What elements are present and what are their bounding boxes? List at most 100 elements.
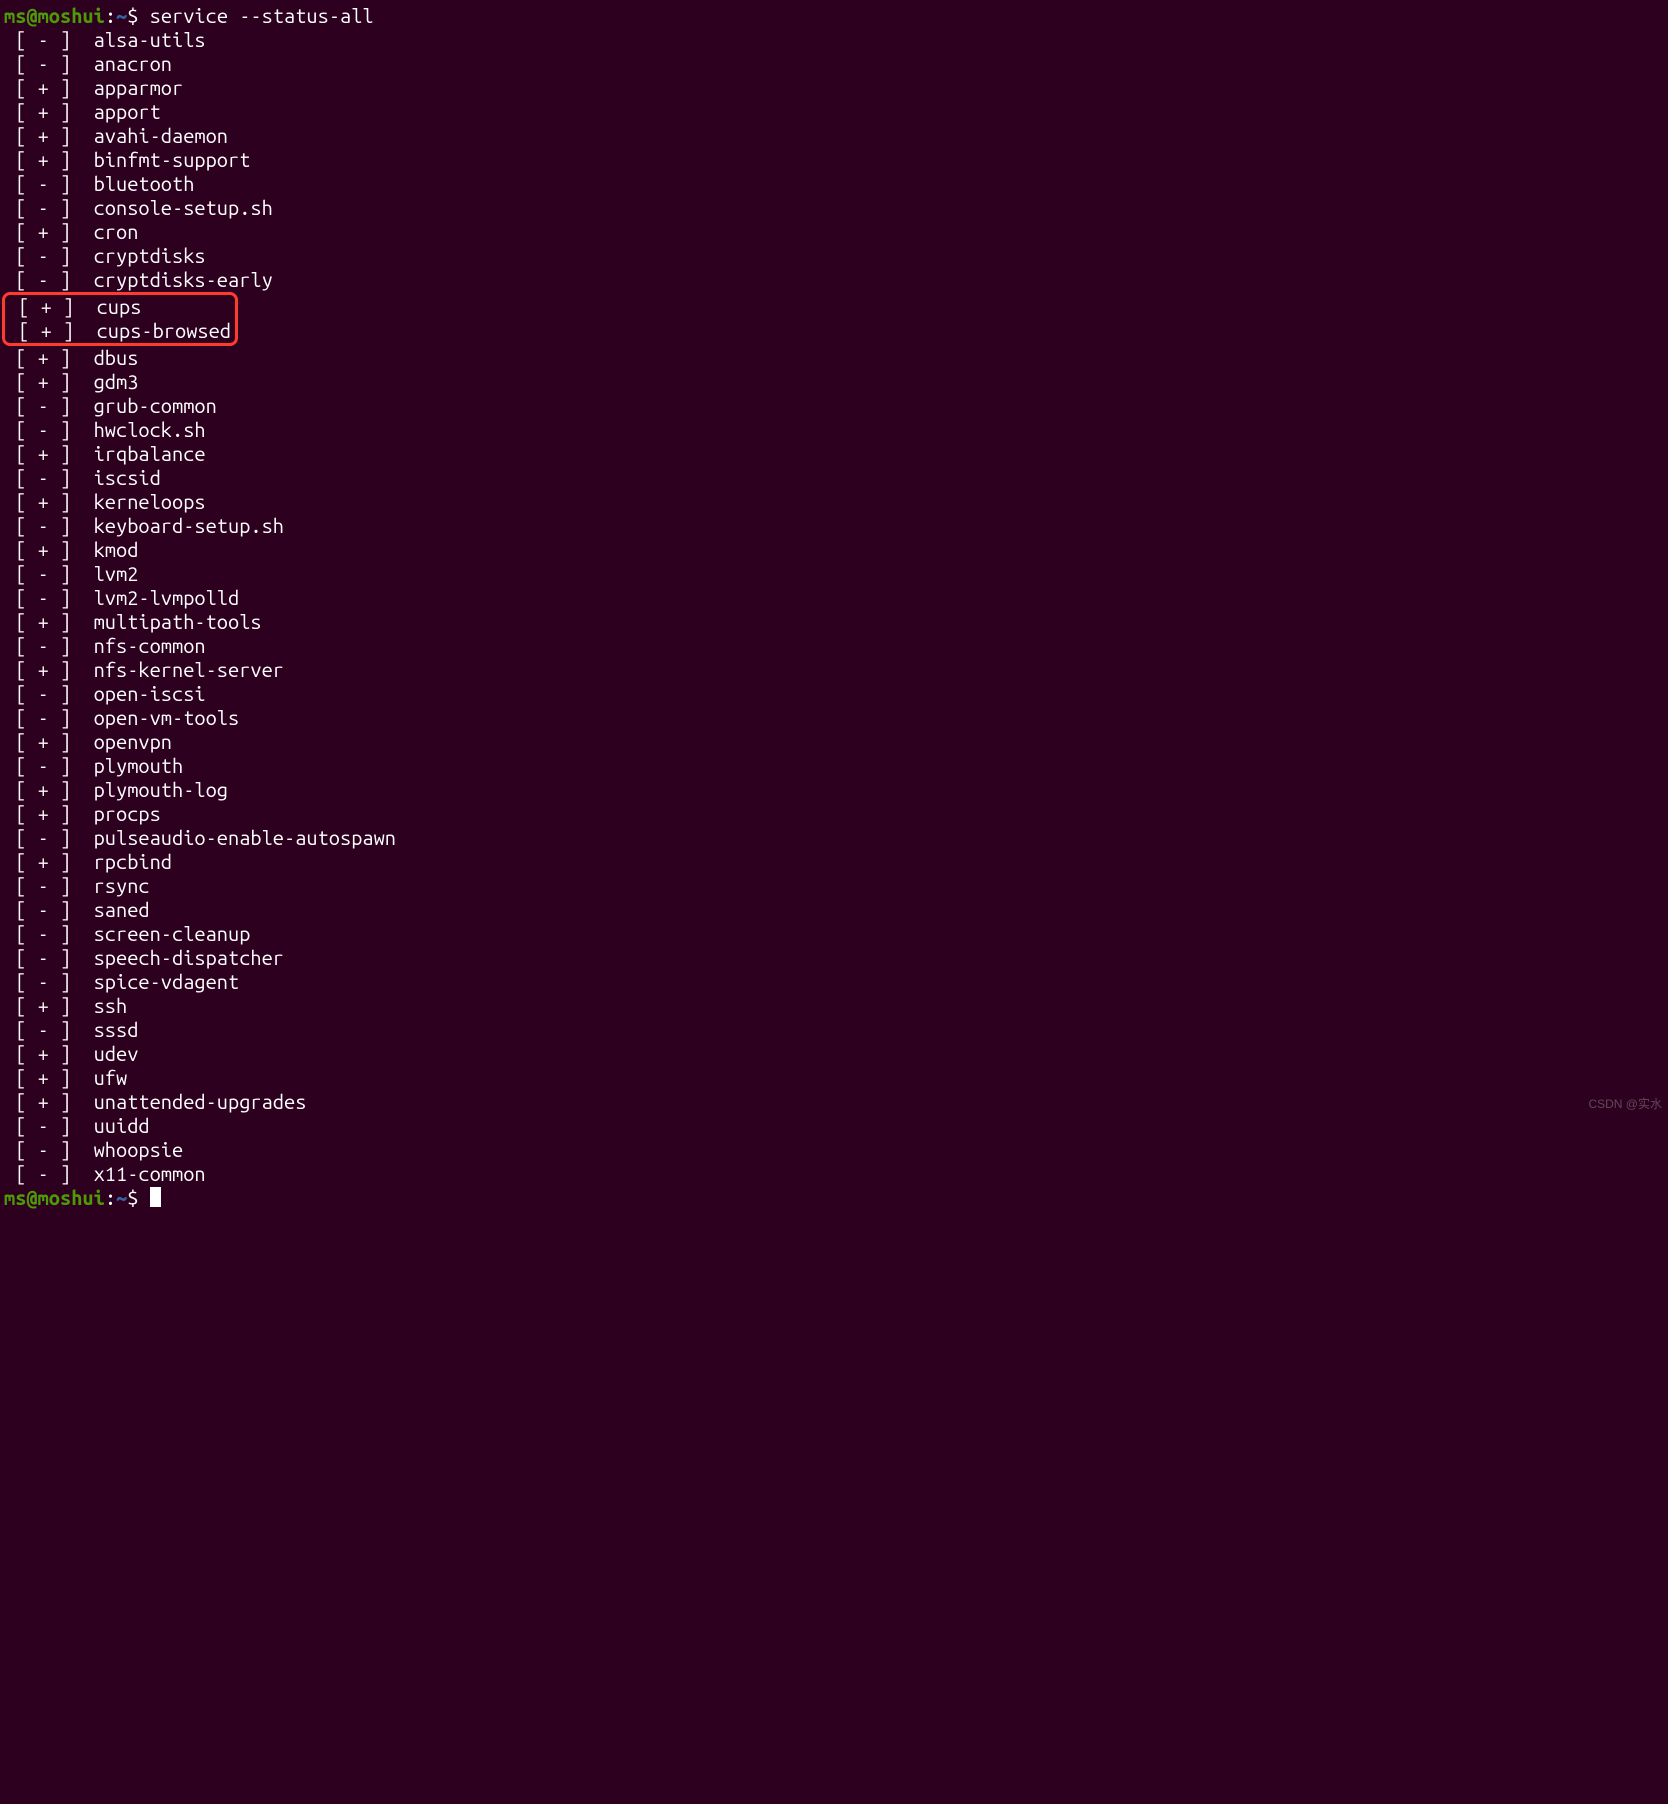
service-line: [ - ] x11-common: [4, 1162, 1664, 1186]
prompt-at: @: [26, 1186, 37, 1209]
service-name: cryptdisks-early: [94, 268, 273, 291]
service-status: [ + ]: [4, 802, 94, 825]
prompt-colon: :: [105, 1186, 116, 1209]
service-status: [ - ]: [4, 1018, 94, 1041]
prompt-at: @: [26, 4, 37, 27]
service-name: open-vm-tools: [94, 706, 240, 729]
service-line: [ + ] dbus: [4, 346, 1664, 370]
service-line: [ - ] cryptdisks: [4, 244, 1664, 268]
command-line-empty[interactable]: ms@moshui:~$: [4, 1186, 1664, 1210]
service-name: cron: [94, 220, 139, 243]
service-name: kmod: [94, 538, 139, 561]
service-name: uuidd: [94, 1114, 150, 1137]
service-status: [ + ]: [4, 1090, 94, 1113]
service-name: sssd: [94, 1018, 139, 1041]
service-status: [ - ]: [4, 754, 94, 777]
service-status: [ + ]: [4, 730, 94, 753]
service-line: [ + ] rpcbind: [4, 850, 1664, 874]
service-line: [ - ] cryptdisks-early: [4, 268, 1664, 292]
service-status: [ - ]: [4, 874, 94, 897]
service-line: [ - ] alsa-utils: [4, 28, 1664, 52]
service-name: multipath-tools: [94, 610, 262, 633]
service-line: [ + ] kerneloops: [4, 490, 1664, 514]
service-name: irqbalance: [94, 442, 206, 465]
service-name: hwclock.sh: [94, 418, 206, 441]
service-name: rsync: [94, 874, 150, 897]
service-status: [ - ]: [4, 898, 94, 921]
prompt-dollar: $: [127, 4, 138, 27]
service-line: [ - ] iscsid: [4, 466, 1664, 490]
service-line: [ + ] kmod: [4, 538, 1664, 562]
service-line: [ + ] apparmor: [4, 76, 1664, 100]
service-line: [ + ] multipath-tools: [4, 610, 1664, 634]
service-status: [ - ]: [4, 28, 94, 51]
service-status: [ - ]: [4, 514, 94, 537]
service-status: [ + ]: [4, 778, 94, 801]
service-status: [ - ]: [4, 1138, 94, 1161]
command-line: ms@moshui:~$ service --status-all: [4, 4, 1664, 28]
service-name: keyboard-setup.sh: [94, 514, 284, 537]
service-name: grub-common: [94, 394, 217, 417]
service-status: [ + ]: [4, 850, 94, 873]
service-name: dbus: [94, 346, 139, 369]
service-line: [ - ] console-setup.sh: [4, 196, 1664, 220]
terminal-output[interactable]: ms@moshui:~$ service --status-all [ - ] …: [0, 0, 1668, 1214]
service-line: [ - ] lvm2: [4, 562, 1664, 586]
watermark: CSDN @实水: [1588, 1092, 1662, 1116]
service-status: [ - ]: [4, 52, 94, 75]
service-status: [ + ]: [7, 319, 97, 342]
service-line: [ + ] avahi-daemon: [4, 124, 1664, 148]
service-line: [ - ] lvm2-lvmpolld: [4, 586, 1664, 610]
service-line: [ + ] procps: [4, 802, 1664, 826]
service-line: [ + ] unattended-upgrades: [4, 1090, 1664, 1114]
service-status: [ + ]: [4, 1042, 94, 1065]
service-name: procps: [94, 802, 161, 825]
service-name: iscsid: [94, 466, 161, 489]
service-name: binfmt-support: [94, 148, 251, 171]
service-line: [ + ] cups-browsed: [7, 319, 231, 343]
service-name: speech-dispatcher: [94, 946, 284, 969]
service-name: apparmor: [94, 76, 184, 99]
service-status: [ + ]: [4, 538, 94, 561]
service-status: [ - ]: [4, 970, 94, 993]
prompt-path: ~: [116, 4, 127, 27]
service-name: gdm3: [94, 370, 139, 393]
service-status: [ + ]: [4, 220, 94, 243]
service-status: [ - ]: [4, 946, 94, 969]
service-line: [ - ] pulseaudio-enable-autospawn: [4, 826, 1664, 850]
service-line: [ + ] binfmt-support: [4, 148, 1664, 172]
service-name: lvm2: [94, 562, 139, 585]
service-name: plymouth: [94, 754, 184, 777]
service-name: ssh: [94, 994, 128, 1017]
service-status: [ + ]: [4, 490, 94, 513]
cursor: [150, 1187, 161, 1207]
service-name: cryptdisks: [94, 244, 206, 267]
service-status: [ - ]: [4, 706, 94, 729]
service-line: [ + ] cups: [7, 295, 231, 319]
service-status: [ + ]: [4, 124, 94, 147]
service-status: [ - ]: [4, 394, 94, 417]
prompt-user: ms: [4, 4, 26, 27]
service-line: [ + ] apport: [4, 100, 1664, 124]
service-status: [ - ]: [4, 634, 94, 657]
service-name: cups-browsed: [97, 319, 231, 342]
highlight-annotation: [ + ] cups [ + ] cups-browsed: [2, 292, 238, 346]
service-status: [ - ]: [4, 1114, 94, 1137]
service-name: avahi-daemon: [94, 124, 228, 147]
service-line: [ - ] spice-vdagent: [4, 970, 1664, 994]
service-status: [ + ]: [4, 148, 94, 171]
service-status: [ - ]: [4, 418, 94, 441]
service-name: saned: [94, 898, 150, 921]
service-status: [ - ]: [4, 1162, 94, 1185]
prompt-colon: :: [105, 4, 116, 27]
shell-prompt: ms@moshui:~$: [4, 1186, 138, 1209]
service-line: [ - ] screen-cleanup: [4, 922, 1664, 946]
service-name: nfs-common: [94, 634, 206, 657]
service-status: [ - ]: [4, 826, 94, 849]
service-name: alsa-utils: [94, 28, 206, 51]
service-line: [ + ] udev: [4, 1042, 1664, 1066]
service-status: [ - ]: [4, 562, 94, 585]
service-status: [ - ]: [4, 244, 94, 267]
service-name: rpcbind: [94, 850, 172, 873]
service-name: spice-vdagent: [94, 970, 240, 993]
